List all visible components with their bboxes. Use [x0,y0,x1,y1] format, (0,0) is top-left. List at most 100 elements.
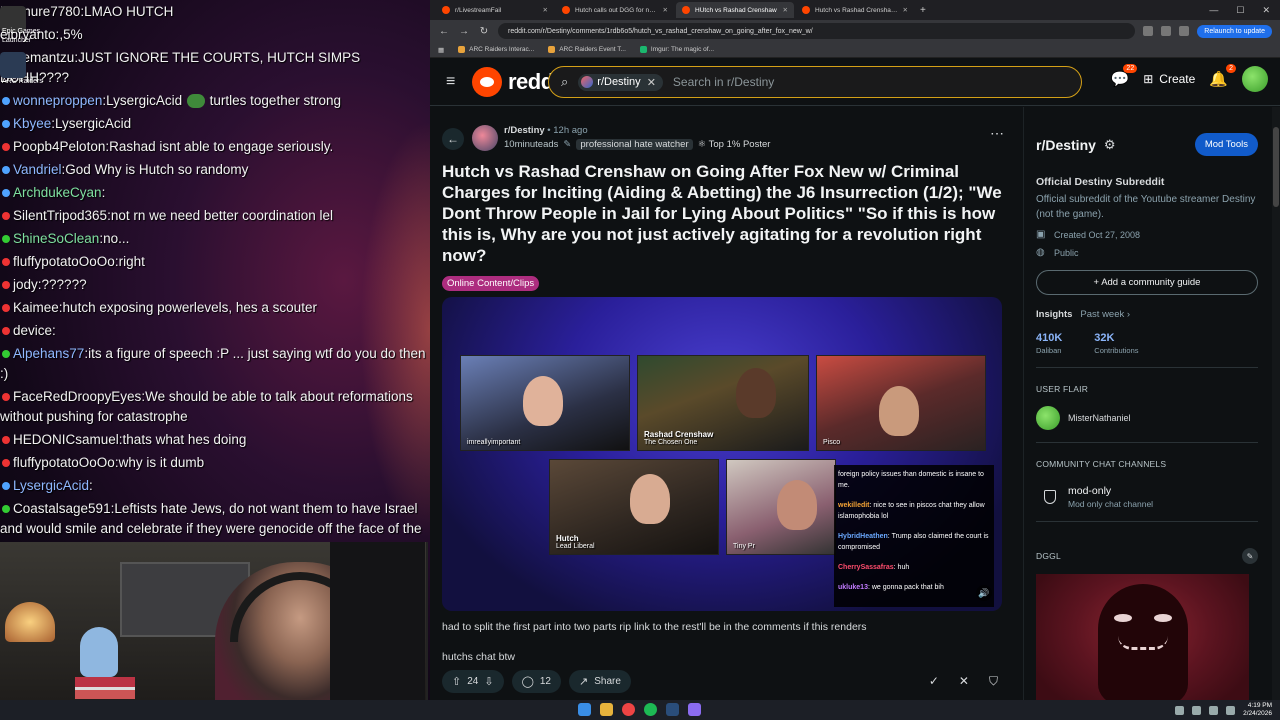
arc-raiders-icon[interactable] [0,52,26,78]
chat-username[interactable]: Coastalsage591 [13,501,111,516]
channel-name: mod-only [1068,485,1112,497]
close-tab-icon[interactable]: ✕ [903,6,908,14]
video-panel: Pisco [816,355,986,451]
menu-icon[interactable]: ≡ [446,73,462,91]
browser-tab[interactable]: Hutch calls out DGG for not bei ✕ [556,2,674,18]
back-arrow-icon[interactable]: ← [438,26,450,37]
url-field[interactable]: reddit.com/r/Destiny/comments/1rdb6o5/hu… [498,23,1136,39]
insights-period-dropdown[interactable]: Past week › [1080,309,1130,320]
subreddit-search-chip[interactable]: r/Destiny ✕ [578,73,663,91]
obs-icon[interactable] [688,703,701,716]
mod-shield-icon[interactable]: ⛉ [989,674,998,689]
chat-username[interactable]: HEDONICsamuel [13,432,119,447]
add-community-guide-button[interactable]: + Add a community guide [1036,270,1258,295]
browser-tab[interactable]: r/LivestreamFail ✕ [436,2,554,18]
steam-icon[interactable] [666,703,679,716]
clear-chip-icon[interactable]: ✕ [647,76,656,89]
network-icon[interactable] [1192,705,1202,715]
dggl-image[interactable] [1036,574,1249,700]
file-explorer-icon[interactable] [600,703,613,716]
subreddit-avatar[interactable] [472,125,498,151]
desktop-icon-label: ARC Raiders [2,78,43,85]
scrollbar-thumb[interactable] [1273,127,1279,207]
post-flair[interactable]: Online Content/Clips [442,276,540,291]
chat-username[interactable]: jody [13,277,38,292]
chat-message: jody:?????? [0,273,430,296]
mod-tools-button[interactable]: Mod Tools [1194,133,1258,156]
browser-tab[interactable]: Hutch vs Rashad Crenshaw on ✕ [796,2,914,18]
chat-username[interactable]: ShineSoClean [13,231,99,246]
user-avatar[interactable] [1242,66,1268,92]
sidebar-subreddit-name[interactable]: r/Destiny [1036,137,1096,153]
chat-icon[interactable]: 💬 22 [1111,64,1138,88]
minimize-icon[interactable]: — [1209,5,1218,16]
chat-username[interactable]: ArchdukeCyan [13,185,102,200]
chat-username[interactable]: Vandriel [13,162,62,177]
chat-username[interactable]: LysergicAcid [13,478,89,493]
chrome-icon[interactable] [622,703,635,716]
volume-icon[interactable] [1209,705,1219,715]
chat-username[interactable]: Alpehans77 [13,346,84,361]
close-icon[interactable]: ✕ [1262,5,1270,16]
apps-grid-icon[interactable]: ▦ [438,46,444,54]
create-button[interactable]: ⊞ Create [1143,72,1195,86]
upvote-icon[interactable]: ⇧ [452,675,461,688]
author-link[interactable]: 10minuteads [504,139,558,150]
close-tab-icon[interactable]: ✕ [543,6,548,14]
new-tab-button[interactable]: + [920,5,926,16]
post-body-line: had to split the first part into two par… [442,621,867,633]
battery-icon[interactable] [1226,705,1236,715]
downvote-icon[interactable]: ⇩ [484,675,493,688]
comments-button[interactable]: ◯ 12 [511,670,561,693]
page-scrollbar[interactable] [1272,107,1280,700]
community-stats: 410K Daliban 32K Contributions [1036,332,1258,355]
windows-start-icon[interactable] [578,703,591,716]
share-button[interactable]: ↗ Share [569,670,631,693]
chat-username[interactable]: Poopb4Peloton [13,139,105,154]
comment-icon: ◯ [521,676,534,688]
edit-pencil-icon[interactable]: ✎ [1242,548,1258,564]
chat-username[interactable]: fluffypotatoOoOo [13,455,115,470]
chat-badge-icon [2,119,10,128]
maximize-icon[interactable]: ☐ [1236,5,1244,16]
chat-username[interactable]: wonneproppen [13,93,102,108]
remove-x-icon[interactable]: ✕ [959,674,969,689]
notifications-bell-icon[interactable]: 🔔 2 [1209,64,1236,88]
bookmark-item[interactable]: ARC Raiders Interac... [458,46,534,53]
back-button[interactable]: ← [442,128,464,150]
chat-username[interactable]: Kbyee [13,116,51,131]
chat-username[interactable]: Kaimee [13,300,59,315]
subreddit-link[interactable]: r/Destiny [504,125,545,136]
chat-badge-icon [2,392,10,401]
profile-icon[interactable] [1179,26,1190,36]
chat-username[interactable]: device [13,323,52,338]
search-bar[interactable]: ⌕ r/Destiny ✕ Search in r/Destiny [548,66,1082,98]
chat-channel-item[interactable]: mod-only Mod only chat channel [1036,485,1258,509]
tray-chevron-icon[interactable] [1175,705,1185,715]
chat-message: Kbyee:LysergicAcid [0,112,430,135]
relaunch-button[interactable]: Relaunch to update [1197,24,1272,38]
approve-check-icon[interactable]: ✓ [929,674,939,689]
clock[interactable]: 4:19 PM 2/24/2026 [1243,702,1272,718]
bookmark-item[interactable]: Imgur: The magic of... [639,46,714,53]
spotify-icon[interactable] [644,703,657,716]
chat-username[interactable]: fluffypotatoOoOo [13,254,115,269]
extension-icon[interactable] [1143,26,1154,36]
user-flair-row[interactable]: MisterNathaniel [1036,406,1258,430]
more-options-icon[interactable]: ⋯ [990,125,1004,142]
chat-badge-icon [2,142,10,151]
reload-icon[interactable]: ↻ [478,26,490,37]
post-meta-text: r/Destiny • 12h ago 10minuteads ✎ profes… [504,125,771,150]
mute-speaker-icon[interactable]: 🔊 [976,585,992,601]
chat-username[interactable]: SilentTripod365 [13,208,107,223]
browser-tab[interactable]: HUtch vs Rashad Crenshaw ✕ [676,2,794,18]
bookmark-star-icon[interactable] [1161,26,1172,36]
video-player[interactable]: imreallyimportant Rashad Crenshaw The Cho… [442,297,1002,611]
chat-message: fluffypotatoOoOo:right [0,250,430,273]
bookmark-item[interactable]: ARC Raiders Event T... [548,46,626,53]
close-tab-icon[interactable]: ✕ [663,6,668,14]
settings-gear-icon[interactable]: ⚙ [1104,137,1116,153]
forward-arrow-icon[interactable]: → [458,26,470,37]
close-tab-icon[interactable]: ✕ [783,6,788,14]
chat-username[interactable]: FaceRedDroopyEyes [13,389,141,404]
